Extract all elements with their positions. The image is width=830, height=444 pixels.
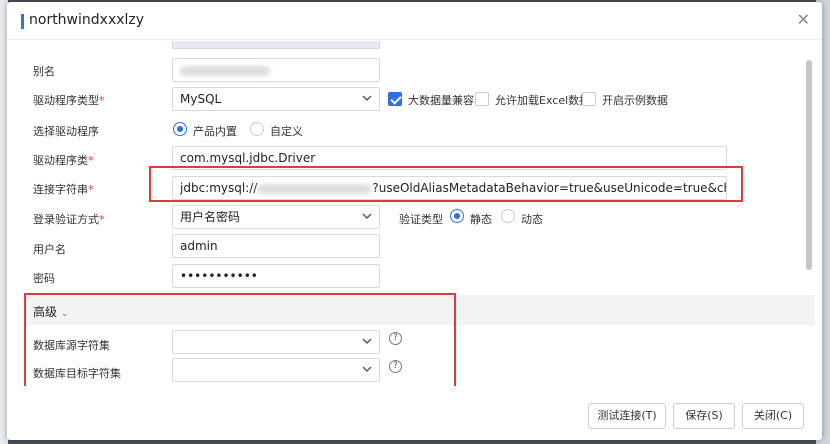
- driver-type-label: 驱动程序类型*: [33, 94, 105, 107]
- builtin-radio[interactable]: [173, 122, 187, 136]
- password-input[interactable]: •••••••••••: [172, 264, 380, 288]
- select-driver-label: 选择驱动程序: [33, 125, 99, 138]
- alias-label: 别名: [33, 65, 55, 78]
- datasource-dialog: northwindxxxlzy ✕ 别名 驱动程序类型* MySQL 大数据量兼…: [7, 2, 822, 440]
- highlight-box-advanced: [24, 293, 456, 386]
- enable-sample-label: 开启示例数据: [602, 94, 668, 107]
- custom-radio-label: 自定义: [270, 125, 303, 138]
- static-radio[interactable]: [450, 209, 464, 223]
- custom-radio[interactable]: [250, 122, 264, 136]
- allow-excel-label: 允许加载Excel数据: [495, 94, 591, 107]
- partial-field-top: [172, 41, 380, 49]
- chevron-down-icon: [362, 95, 372, 101]
- auth-mode-select[interactable]: 用户名密码: [172, 205, 380, 229]
- dialog-title: northwindxxxlzy: [29, 12, 145, 28]
- form-body: 别名 驱动程序类型* MySQL 大数据量兼容 允许加载Excel数据 开启示例…: [7, 41, 822, 386]
- driver-class-label: 驱动程序类*: [33, 154, 94, 167]
- vertical-scrollbar[interactable]: [806, 60, 812, 270]
- big-data-compat-checkbox[interactable]: [388, 92, 402, 106]
- dialog-footer: 测试连接(T) 保存(S) 关闭(C): [7, 392, 822, 440]
- auth-mode-label: 登录验证方式*: [33, 213, 105, 226]
- connection-string-label: 连接字符串*: [33, 183, 94, 196]
- dialog-header: northwindxxxlzy ✕: [7, 2, 822, 40]
- driver-type-select[interactable]: MySQL: [172, 87, 380, 111]
- save-button[interactable]: 保存(S): [673, 403, 735, 429]
- builtin-radio-label: 产品内置: [193, 125, 237, 138]
- highlight-box-connection: [149, 166, 743, 202]
- title-accent-bar: [21, 14, 24, 29]
- redacted-alias: [180, 65, 270, 76]
- verify-type-label: 验证类型: [399, 213, 443, 226]
- test-connection-button[interactable]: 测试连接(T): [588, 403, 666, 429]
- chevron-down-icon: [362, 213, 372, 219]
- enable-sample-checkbox[interactable]: [582, 92, 596, 106]
- close-icon[interactable]: ✕: [797, 12, 810, 28]
- static-radio-label: 静态: [470, 213, 492, 226]
- username-label: 用户名: [33, 243, 66, 256]
- password-label: 密码: [33, 272, 55, 285]
- allow-excel-checkbox[interactable]: [475, 92, 489, 106]
- username-input[interactable]: admin: [172, 234, 380, 258]
- big-data-compat-label: 大数据量兼容: [408, 94, 474, 107]
- close-button[interactable]: 关闭(C): [742, 403, 804, 429]
- alias-input[interactable]: [172, 58, 380, 82]
- dynamic-radio[interactable]: [501, 209, 515, 223]
- dynamic-radio-label: 动态: [521, 213, 543, 226]
